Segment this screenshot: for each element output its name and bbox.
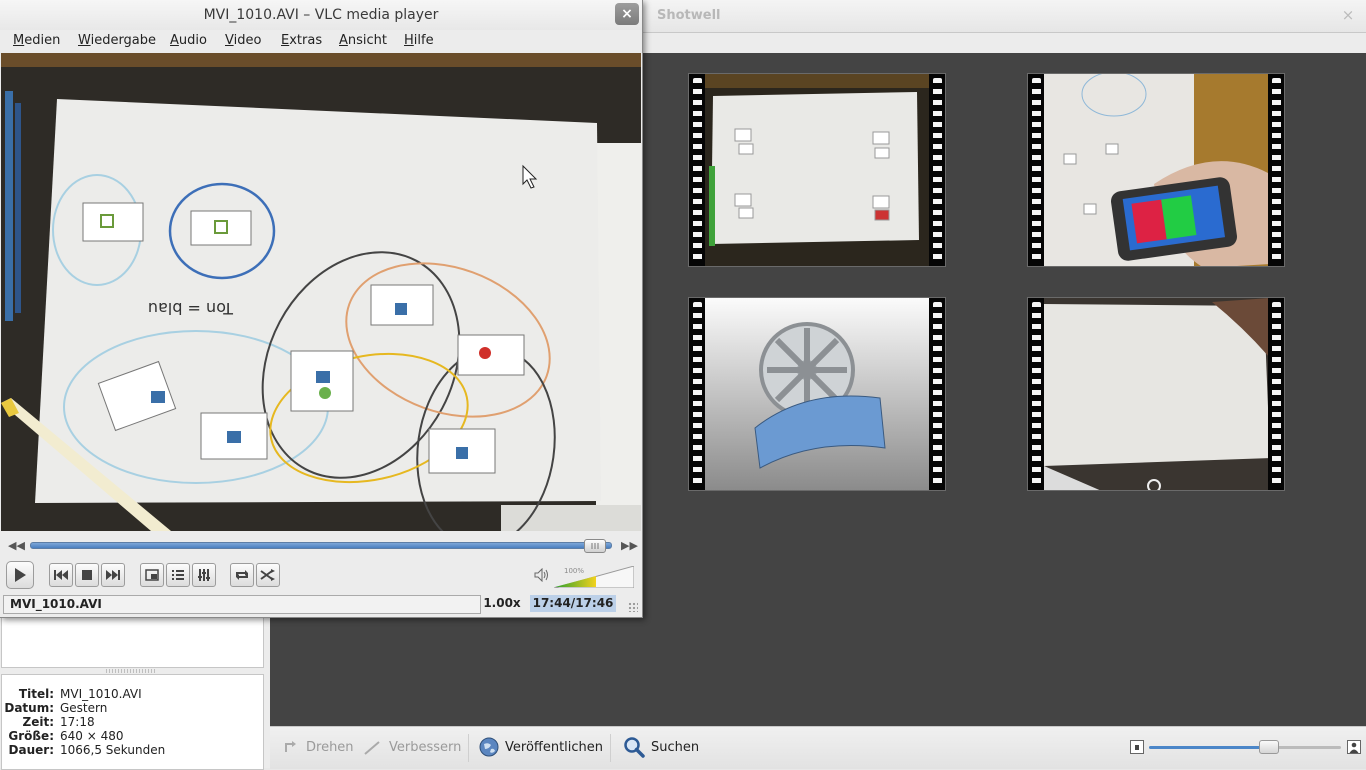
zoom-out-icon[interactable] (1130, 740, 1144, 754)
shuffle-icon (260, 569, 275, 581)
shotwell-title: Shotwell (657, 8, 721, 23)
thumbnail-image (1044, 74, 1268, 266)
extended-settings-icon (198, 569, 210, 581)
property-time-row: Zeit: 17:18 (2, 715, 262, 729)
publish-label: Veröffentlichen (505, 739, 604, 755)
rotate-icon (285, 741, 296, 752)
resize-grip[interactable] (628, 602, 638, 612)
property-duration-row: Dauer: 1066,5 Sekunden (2, 743, 262, 757)
menu-ansicht[interactable]: Ansicht (339, 33, 387, 48)
play-button[interactable] (6, 561, 34, 589)
thumbnail-image (705, 74, 929, 266)
seek-bar-handle[interactable] (584, 539, 607, 553)
speaker-icon[interactable] (534, 568, 550, 582)
time-display[interactable]: 17:44/17:46 (530, 595, 616, 612)
extended-settings-button[interactable] (192, 563, 216, 587)
previous-icon (54, 570, 68, 580)
property-date-row: Datum: Gestern (2, 701, 262, 715)
sidebar-list[interactable] (1, 617, 264, 668)
rotate-label: Drehen (306, 739, 354, 755)
playlist-icon (172, 570, 184, 580)
loop-button[interactable] (230, 563, 254, 587)
shotwell-titlebar[interactable]: Shotwell × (642, 0, 1366, 33)
shotwell-toolbar: Drehen Verbessern Veröffentlichen Suchen (270, 726, 1366, 769)
video-handwriting-text: Ton = blau (148, 299, 234, 318)
property-value: 1066,5 Sekunden (60, 743, 166, 757)
video-display[interactable]: Ton = blau (1, 53, 641, 531)
property-key: Dauer: (8, 743, 54, 757)
next-button[interactable] (101, 563, 125, 587)
enhance-button[interactable]: Verbessern (363, 735, 461, 759)
search-button[interactable]: Suchen (623, 735, 699, 759)
globe-icon (479, 737, 499, 757)
properties-panel: Titel: MVI_1010.AVI Datum: Gestern Zeit:… (1, 674, 264, 770)
property-value: Gestern (60, 701, 108, 715)
zoom-slider-handle[interactable] (1259, 740, 1280, 754)
stop-button[interactable] (75, 563, 99, 587)
status-filename: MVI_1010.AVI (3, 595, 481, 614)
vlc-window-title: MVI_1010.AVI – VLC media player (203, 7, 439, 23)
shotwell-sidebar: Titel: MVI_1010.AVI Datum: Gestern Zeit:… (0, 617, 270, 770)
search-icon (624, 737, 645, 758)
property-value: 640 × 480 (60, 729, 124, 743)
menu-audio[interactable]: Audio (170, 33, 207, 48)
property-size-row: Größe: 640 × 480 (2, 729, 262, 743)
seek-row: ◀◀ ▶▶ (0, 535, 642, 555)
property-value: MVI_1010.AVI (60, 687, 142, 701)
publish-button[interactable]: Veröffentlichen (479, 735, 603, 759)
volume-percent: 100% (564, 567, 585, 575)
fullscreen-button[interactable] (140, 563, 164, 587)
property-key: Zeit: (22, 715, 55, 729)
vlc-close-button[interactable]: × (615, 3, 639, 25)
menu-wiedergabe[interactable]: Wiedergabe (78, 33, 156, 48)
pane-resize-handle[interactable] (106, 669, 156, 673)
vlc-window: MVI_1010.AVI – VLC media player × Medien… (0, 0, 643, 618)
loop-icon (236, 570, 248, 580)
seek-forward-icon[interactable]: ▶▶ (621, 539, 638, 552)
enhance-label: Verbessern (389, 739, 462, 755)
menu-hilfe[interactable]: Hilfe (404, 33, 434, 48)
menu-extras[interactable]: Extras (281, 33, 322, 48)
video-thumbnail[interactable] (1027, 73, 1285, 267)
search-label: Suchen (651, 739, 700, 755)
playback-speed[interactable]: 1.00x (480, 595, 524, 612)
zoom-in-icon[interactable] (1347, 740, 1361, 754)
stop-icon (82, 570, 92, 580)
rotate-button[interactable]: Drehen (282, 735, 354, 759)
vlc-menubar: Medien Wiedergabe Audio Video Extras Ans… (0, 30, 642, 52)
menu-video[interactable]: Video (225, 33, 261, 48)
shotwell-header-strip (642, 33, 1366, 53)
shotwell-close-button[interactable]: × (1340, 6, 1356, 24)
seek-back-icon[interactable]: ◀◀ (8, 539, 25, 552)
property-value: 17:18 (60, 715, 95, 729)
vlc-statusbar: MVI_1010.AVI 1.00x 17:44/17:46 (0, 593, 642, 616)
video-thumbnail[interactable] (688, 297, 946, 491)
play-icon (15, 568, 26, 582)
thumbnail-image (705, 298, 929, 490)
menu-medien[interactable]: Medien (13, 33, 60, 48)
vlc-titlebar[interactable]: MVI_1010.AVI – VLC media player × (0, 0, 642, 30)
next-icon (106, 570, 120, 580)
property-key: Größe: (8, 729, 54, 743)
property-key: Datum: (4, 701, 54, 715)
video-thumbnail[interactable] (688, 73, 946, 267)
shuffle-button[interactable] (256, 563, 280, 587)
thumbnail-image (1044, 298, 1268, 490)
magic-wand-icon (364, 741, 380, 755)
fullscreen-icon (145, 569, 159, 581)
video-thumbnail[interactable] (1027, 297, 1285, 491)
playlist-button[interactable] (166, 563, 190, 587)
previous-button[interactable] (49, 563, 73, 587)
property-key: Titel: (18, 687, 54, 701)
property-title-row: Titel: MVI_1010.AVI (2, 687, 262, 701)
zoom-slider[interactable] (1149, 746, 1341, 749)
seek-bar[interactable] (30, 542, 612, 549)
